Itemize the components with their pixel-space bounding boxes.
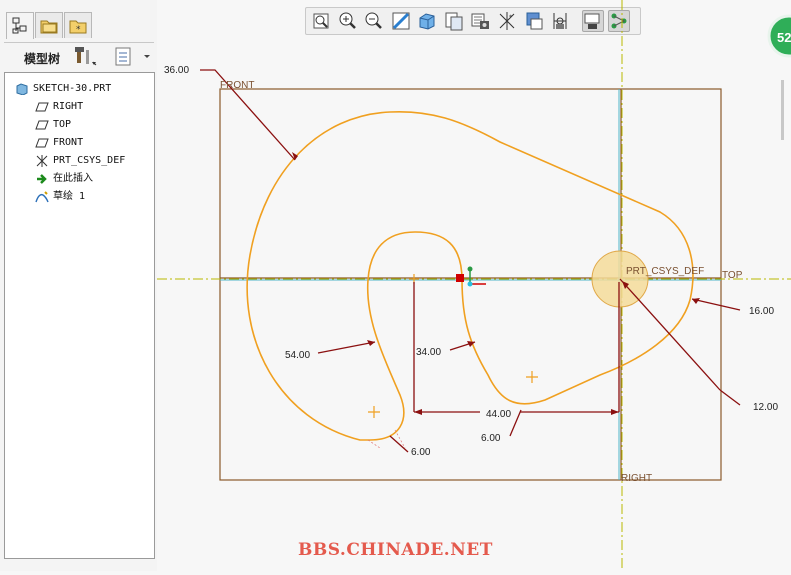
favorites-icon: * (69, 20, 87, 35)
dim-6-right: 6.00 (481, 433, 501, 444)
front-label: FRONT (220, 80, 254, 91)
selected-point-marker[interactable] (456, 274, 464, 282)
model-tree-title: 模型树 (24, 52, 61, 66)
model-tree-tab-icon (12, 17, 27, 34)
navigator-panel: * 模型树 SKETCH-30.PRT RIGHT TOP FRONT PRT_… (0, 0, 157, 571)
settings-tools-icon[interactable] (74, 46, 102, 68)
right-edge-panel: 52 (767, 0, 791, 571)
arc-center-marker (526, 371, 538, 383)
arc-center-marker (368, 406, 380, 418)
right-edge-graphics: 52 (767, 14, 791, 140)
datum-plane-icon (35, 120, 49, 130)
dim-54: 54.00 (285, 350, 310, 361)
fillet-guide (367, 429, 406, 449)
folder-icon (40, 20, 58, 34)
svg-text:*: * (76, 25, 81, 35)
dim-36: 36.00 (164, 65, 189, 76)
top-label: TOP (722, 270, 743, 281)
axis-handle-origin (467, 281, 473, 287)
datum-plane-icon (35, 138, 49, 148)
tab-favorites[interactable]: * (64, 12, 92, 38)
insert-arrow-icon (37, 174, 47, 184)
csys-label: PRT_CSYS_DEF (626, 266, 704, 277)
model-tree-header: 模型树 (4, 42, 154, 71)
csys-icon (36, 155, 48, 167)
tab-model-tree[interactable] (6, 12, 34, 39)
right-label: RIGHT (621, 473, 652, 484)
dim-34: 34.00 (416, 347, 441, 358)
app-window: * 模型树 SKETCH-30.PRT RIGHT TOP FRONT PRT_… (0, 0, 791, 571)
status-badge: 52 (777, 30, 791, 45)
datum-plane-icon (35, 102, 49, 112)
dimension-leader (619, 278, 721, 391)
watermark: BBS.CHINADE.NET (298, 540, 493, 560)
axis-handle-dot (467, 266, 473, 272)
dimension-texts[interactable]: 36.00 16.00 12.00 54.00 34.00 44.00 6.00… (164, 65, 778, 458)
show-menu-icon[interactable] (112, 47, 152, 67)
sketch-icon (35, 191, 49, 203)
dim-6-left: 6.00 (411, 447, 431, 458)
dim-44: 44.00 (486, 409, 511, 420)
model-tree: SKETCH-30.PRT RIGHT TOP FRONT PRT_CSYS_D… (4, 72, 155, 559)
graphics-area[interactable]: FRONT TOP RIGHT PRT_CSYS_DEF 36.00 16.00… (157, 0, 791, 571)
tab-folder-browser[interactable] (35, 12, 63, 38)
part-icon (16, 83, 28, 95)
scroll-track[interactable] (781, 80, 784, 140)
